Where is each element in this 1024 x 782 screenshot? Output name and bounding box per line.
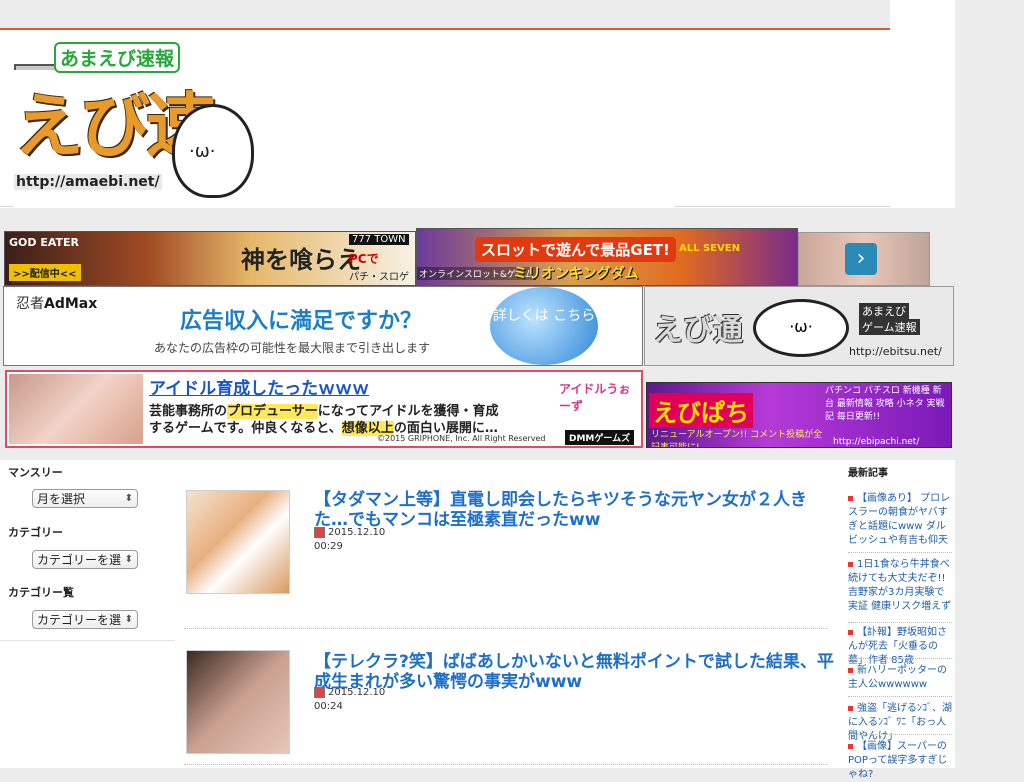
admax-desc: あなたの広告枠の可能性を最大限まで引き出します xyxy=(154,341,431,355)
bullet-icon xyxy=(848,743,853,749)
article-list: 【タダマン上等】直電し即会したらキツそうな元ヤン女が２人きた…でもマンコは至極素… xyxy=(176,460,836,768)
monthly-heading: マンスリー xyxy=(8,466,63,479)
idol-l2a: するゲームです。仲良くなると、 xyxy=(149,421,342,436)
recent-divider xyxy=(848,734,952,735)
dmm-logo: DMMゲームズ xyxy=(565,430,635,445)
category-select[interactable]: カテゴリーを選 ⬍ xyxy=(32,550,138,569)
ebipachi-url: http://ebipachi.net/ xyxy=(833,437,920,447)
post-date-value: 2015.12.10 xyxy=(328,687,386,698)
idol-logo: アイドルうぉーず xyxy=(559,382,631,413)
logo-subtitle: あまえび速報 xyxy=(54,42,181,73)
ebitsu-mascot-icon: ·ω· xyxy=(753,299,849,357)
right-sidebar: 最新記事 【画像あり】 プロレスラーの朝食がヤバすぎと話題にwww ダルビッシュ… xyxy=(838,460,955,780)
godeater-title: GOD EATER xyxy=(9,236,80,249)
idol-banner[interactable]: アイドル育成したったｗｗｗ 芸能事務所のプロデューサーになってアイドルを獲得・育… xyxy=(5,370,643,448)
calendar-icon xyxy=(314,686,325,698)
bullet-icon xyxy=(848,561,853,567)
admax-brand: AdMax xyxy=(44,296,98,312)
select-caret-icon: ⬍ xyxy=(124,554,133,565)
site-logo[interactable]: えび速 あまえび速報 ·ω· http://amaebi.net/ xyxy=(10,42,674,378)
admax-cta-button[interactable]: 詳しくは こちら xyxy=(490,287,598,365)
recent-divider xyxy=(848,552,952,553)
mascot-face: ·ω· xyxy=(189,141,216,162)
recent-post-item[interactable]: 1日1食なら牛丼食べ続けても大丈夫だぞ!! 吉野家が3カ月実験で実証 健康リスク… xyxy=(848,558,952,614)
recent-post-label: 【訃報】野坂昭如さんが死去「火垂るの墓」作者 85歳 xyxy=(848,627,947,666)
admax-question: 広告収入に満足ですか？ xyxy=(180,309,423,334)
bullet-icon xyxy=(848,629,853,635)
category-select-value: カテゴリーを選 xyxy=(37,553,122,567)
post-date: 2015.12.10 xyxy=(314,686,385,699)
recent-post-label: 新ハリーポッターの主人公wwwwww xyxy=(848,665,947,690)
recent-post-item[interactable]: 【画像あり】 プロレスラーの朝食がヤバすぎと話題にwww ダルビッシュや有吉も仰… xyxy=(848,492,952,548)
post-date: 2015.12.10 xyxy=(314,526,385,539)
idol-image xyxy=(9,374,143,444)
post-title[interactable]: 【テレクラ?笑】ばばあしかいないと無料ポイントで試した結果、平成生まれが多い驚愕… xyxy=(314,652,834,692)
right-gutter xyxy=(955,0,1024,768)
calendar-icon xyxy=(314,526,325,538)
logo-url: http://amaebi.net/ xyxy=(14,174,162,190)
post-title[interactable]: 【タダマン上等】直電し即会したらキツそうな元ヤン女が２人きた…でもマンコは至極素… xyxy=(314,490,834,530)
recent-posts-heading: 最新記事 xyxy=(848,468,888,479)
recent-post-label: 【画像あり】 プロレスラーの朝食がヤバすぎと話題にwww ダルビッシュや有吉も仰… xyxy=(848,493,951,546)
godeater-banner[interactable]: GOD EATER >>配信中<< 神を喰らえ 777 TOWN PCで パチ・… xyxy=(4,231,416,286)
recent-post-item[interactable]: 強盗「逃げるﾝｺﾞ、湖に入るﾝｺﾞ ﾜﾆ「おっ人間やんけ」 xyxy=(848,702,952,744)
select-caret-icon: ⬍ xyxy=(124,614,133,625)
post-date-value: 2015.12.10 xyxy=(328,527,386,538)
recent-post-label: 【画像】スーパーのPOPって誤字多すぎじゃね? xyxy=(848,741,948,780)
category-heading: カテゴリー xyxy=(8,526,63,539)
category-list-heading: カテゴリー覧 xyxy=(8,586,74,599)
recent-post-label: 1日1食なら牛丼食べ続けても大丈夫だぞ!! 吉野家が3カ月実験で実証 健康リスク… xyxy=(848,559,952,612)
recent-divider xyxy=(848,622,952,623)
carousel-banner[interactable]: › xyxy=(798,232,930,286)
post-divider xyxy=(184,628,828,629)
seal-mascot-icon: ·ω· xyxy=(172,104,254,198)
town-pachi: パチ・スロゲーム xyxy=(349,272,409,283)
ebitsu-banner[interactable]: えび通 ·ω· あまえび ゲーム速報 http://ebitsu.net/ xyxy=(644,286,954,366)
left-sidebar: マンスリー 月を選択 ⬍ カテゴリー カテゴリーを選 ⬍ カテゴリー覧 カテゴリーを… xyxy=(0,460,175,641)
slot-name: ミリオンキングダム xyxy=(513,266,639,282)
idol-title[interactable]: アイドル育成したったｗｗｗ xyxy=(149,374,369,399)
recent-post-item[interactable]: 【画像】スーパーのPOPって誤字多すぎじゃね? xyxy=(848,740,952,782)
slot-banner[interactable]: スロットで遊んで景品GET! オンラインスロット&ゲーム ミリオンキングダム A… xyxy=(416,228,798,286)
category-list-select-value: カテゴリーを選 xyxy=(37,613,122,627)
ebipachi-banner[interactable]: えびぱち パチンコ パチスロ 新機種 新台 最新情報 攻略 小ネタ 実戦記 毎日… xyxy=(646,382,952,448)
next-arrow-icon[interactable]: › xyxy=(845,243,877,275)
recent-post-label: 強盗「逃げるﾝｺﾞ、湖に入るﾝｺﾞ ﾜﾆ「おっ人間やんけ」 xyxy=(848,703,952,742)
category-list-select[interactable]: カテゴリーを選 ⬍ xyxy=(32,610,138,629)
ebitsu-line2: ゲーム速報 xyxy=(859,319,920,335)
monthly-select-value: 月を選択 xyxy=(37,492,86,506)
recent-post-item[interactable]: 【訃報】野坂昭如さんが死去「火垂るの墓」作者 85歳 xyxy=(848,626,952,668)
bullet-icon xyxy=(848,667,853,673)
post-time: 00:24 xyxy=(314,701,343,712)
monthly-select[interactable]: 月を選択 ⬍ xyxy=(32,489,138,508)
ebipachi-renewal: リニューアルオープン!! コメント投稿が全記事可能に! xyxy=(651,430,823,448)
town-logo: 777 TOWN xyxy=(349,234,409,245)
admax-banner[interactable]: 忍者AdMax 広告収入に満足ですか？ あなたの広告枠の可能性を最大限まで引き出… xyxy=(3,286,643,366)
ebipachi-name: えびぱち xyxy=(649,393,753,428)
site-header: えび速 あまえび速報 ·ω· http://amaebi.net/ xyxy=(0,30,890,378)
post-divider xyxy=(184,764,828,765)
recent-divider xyxy=(848,696,952,697)
post-thumbnail[interactable] xyxy=(186,490,290,594)
recent-divider xyxy=(848,658,952,659)
ebitsu-name: えび通 xyxy=(653,313,743,348)
bullet-icon xyxy=(848,705,853,711)
godeater-status: >>配信中<< xyxy=(9,264,81,281)
ebipachi-menu: パチンコ パチスロ 新機種 新台 最新情報 攻略 小ネタ 実戦記 毎日更新!! xyxy=(825,386,945,422)
ebitsu-line1: あまえび xyxy=(859,303,909,319)
post-thumbnail[interactable] xyxy=(186,650,290,754)
admax-logo: 忍者AdMax xyxy=(16,293,97,313)
idol-copyright: ©2015 GRIPHONE, Inc. All Right Reserved xyxy=(377,434,546,443)
ebitsu-url: http://ebitsu.net/ xyxy=(849,345,942,358)
header-top-bar xyxy=(0,0,890,30)
godeater-kami: 神を喰らえ xyxy=(241,246,361,274)
post-time: 00:29 xyxy=(314,541,343,552)
admax-brand-pre: 忍者 xyxy=(16,296,44,312)
recent-post-item[interactable]: 新ハリーポッターの主人公wwwwww xyxy=(848,664,952,692)
slot-headline: スロットで遊んで景品GET! xyxy=(475,237,676,262)
town-pc: PCで xyxy=(349,252,379,266)
select-caret-icon: ⬍ xyxy=(124,493,133,504)
slot-seven: ALL SEVEN xyxy=(679,243,740,254)
bullet-icon xyxy=(848,495,853,501)
